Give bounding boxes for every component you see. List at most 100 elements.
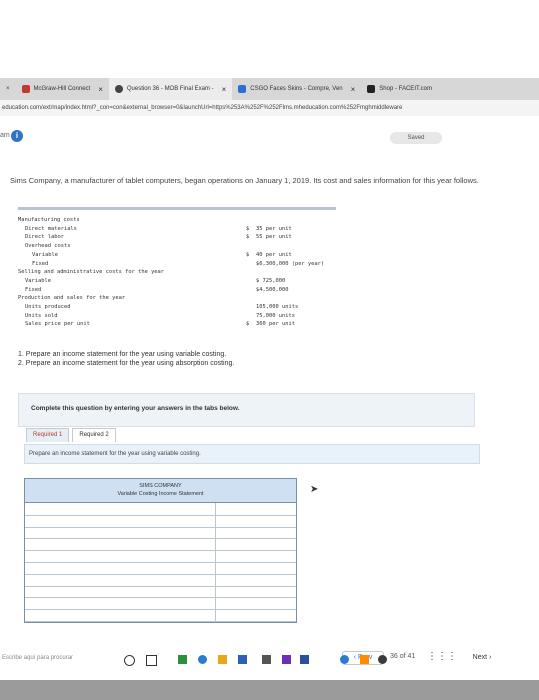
table-header-band — [18, 207, 336, 210]
cost-row: Units produced 105,000 units — [18, 304, 336, 311]
cost-row-label: Sales price per unit — [25, 321, 90, 328]
cost-row-value: $4,500,000 — [256, 286, 289, 293]
statement-company: SIMS COMPANY — [139, 483, 182, 489]
edge-icon[interactable] — [198, 655, 207, 664]
tab-required-1[interactable]: Required 1 — [26, 428, 70, 442]
close-icon[interactable]: × — [222, 85, 227, 94]
cost-row: Direct materials $35 per unit — [18, 226, 336, 233]
tab-instruction: Prepare an income statement for the year… — [24, 444, 480, 464]
statement-input-row[interactable] — [25, 550, 296, 552]
cost-information-table: Manufacturing costs Direct materials $35 p… — [18, 207, 336, 332]
page-current: 36 — [390, 653, 398, 660]
browser-tab-label: Question 36 - MOB Final Exam - — [126, 86, 214, 92]
word-icon[interactable] — [300, 655, 309, 664]
cost-row-value: 105,000 units — [256, 304, 299, 310]
close-icon[interactable]: × — [351, 85, 356, 94]
tab-required-2[interactable]: Required 2 — [72, 428, 116, 442]
cost-row-dollar: $ — [246, 225, 250, 232]
cost-row-dollar: $ — [246, 234, 250, 241]
cost-row: Production and sales for the year — [18, 295, 336, 302]
statement-input-row[interactable] — [25, 609, 296, 611]
app-header: am i Saved — [0, 128, 539, 152]
cost-row: Selling and administrative costs for the… — [18, 269, 336, 276]
chrome-icon[interactable] — [340, 655, 349, 664]
desktop-bottom-strip — [0, 680, 539, 700]
chevron-right-icon: › — [487, 654, 492, 661]
app-icon-orange[interactable] — [360, 655, 369, 664]
faceit-site-icon — [367, 85, 376, 93]
browser-tab-connect[interactable]: McGraw-Hill Connect × — [16, 78, 109, 100]
close-icon[interactable]: × — [6, 86, 10, 92]
cost-row-label: Units produced — [25, 304, 71, 310]
complete-question-box: Complete this question by entering your … — [18, 393, 475, 427]
page-total: 41 — [407, 653, 416, 660]
requirement-2: 2. Prepare an income statement for the y… — [18, 360, 235, 367]
cost-row-value: 360 per unit — [256, 321, 295, 328]
page-of: of — [399, 653, 406, 660]
taskbar-search[interactable]: Escribe aquí para procurar — [2, 655, 73, 661]
cost-row-value: 55 per unit — [256, 234, 292, 241]
cost-row: Sales price per unit $360 per unit — [18, 321, 336, 328]
statement-input-row[interactable] — [25, 562, 296, 563]
cost-row-label: Selling and administrative costs for the… — [18, 269, 165, 276]
browser-tab-faceit[interactable]: Shop - FACEIT.com — [361, 78, 438, 100]
excel-icon[interactable] — [178, 655, 187, 664]
address-bar[interactable]: education.com/ext/map/index.html?_con=co… — [0, 100, 539, 116]
requirements-list: 1. Prepare an income statement for the y… — [18, 350, 234, 368]
statement-input-row[interactable] — [25, 573, 296, 575]
browser-tab-csgo[interactable]: CSGO Faces Skins - Compre, Ven × — [232, 78, 361, 100]
file-explorer-icon[interactable] — [218, 655, 227, 664]
cost-row: Overhead costs — [18, 243, 336, 250]
cost-row-value: 75,000 units — [256, 312, 295, 319]
cost-row-value: 40 per unit — [256, 251, 292, 258]
tab-close-left[interactable]: × — [0, 78, 16, 100]
cost-row: Variable $40 per unit — [18, 252, 336, 259]
cost-row-label: Variable — [25, 277, 51, 284]
statement-input-row[interactable] — [25, 585, 296, 587]
problem-intro: Sims Company, a manufacturer of tablet c… — [10, 176, 479, 185]
cost-row-dollar: $ — [246, 321, 250, 328]
mcgraw-hill-icon — [21, 85, 30, 93]
question-grid-icon[interactable]: ⋮⋮⋮ — [427, 651, 457, 662]
app-icon[interactable] — [262, 655, 271, 664]
browser-tab-label: CSGO Faces Skins - Compre, Ven — [250, 86, 343, 92]
statement-input-row[interactable] — [25, 514, 296, 516]
cost-row: Direct labor $55 per unit — [18, 234, 336, 241]
cost-row-label: Overhead costs — [25, 243, 71, 250]
tab-label: Required 2 — [79, 432, 109, 438]
browser-tab-label: McGraw-Hill Connect — [33, 86, 91, 92]
statement-header: SIMS COMPANY Variable Costing Income Sta… — [25, 479, 296, 503]
discord-icon[interactable] — [282, 655, 291, 664]
income-statement-table: SIMS COMPANY Variable Costing Income Sta… — [24, 478, 297, 623]
saved-status-badge: Saved — [390, 132, 442, 144]
cortana-icon[interactable] — [124, 655, 135, 666]
statement-input-row[interactable] — [25, 526, 296, 528]
browser-tab-label: Shop - FACEIT.com — [379, 86, 432, 92]
cost-row-value: $6,300,000 (per year) — [256, 260, 325, 267]
info-icon[interactable]: i — [11, 130, 23, 142]
cost-row-label: Units sold — [25, 312, 58, 319]
cost-row: Manufacturing costs — [18, 217, 336, 224]
exam-label: am — [0, 132, 10, 139]
cost-row-value: 35 per unit — [256, 225, 292, 232]
statement-input-row[interactable] — [25, 538, 296, 540]
browser-tab-bar: × McGraw-Hill Connect × Question 36 - MO… — [0, 78, 539, 100]
statement-title: Variable Costing Income Statement — [117, 491, 204, 497]
cost-row: Fixed $6,300,000 (per year) — [18, 261, 336, 268]
steam-icon[interactable] — [378, 655, 387, 664]
tab-label: Required 1 — [33, 432, 63, 438]
cost-row: Fixed $4,500,000 — [18, 287, 336, 294]
next-button[interactable]: Next › — [462, 651, 502, 665]
close-icon[interactable]: × — [98, 85, 103, 94]
windows-taskbar: Escribe aquí para procurar — [0, 652, 330, 674]
cost-row: Units sold 75,000 units — [18, 313, 336, 320]
statement-input-row[interactable] — [25, 621, 296, 622]
cost-row-label: Direct materials — [25, 225, 77, 232]
task-view-icon[interactable] — [146, 655, 157, 666]
store-icon[interactable] — [238, 655, 247, 664]
statement-input-row[interactable] — [25, 597, 296, 599]
cost-row-label: Fixed — [32, 260, 49, 267]
cost-row-dollar: $ — [246, 251, 250, 258]
browser-tab-question[interactable]: Question 36 - MOB Final Exam - × — [108, 78, 233, 100]
cost-row-value: $ 725,000 — [256, 277, 286, 284]
